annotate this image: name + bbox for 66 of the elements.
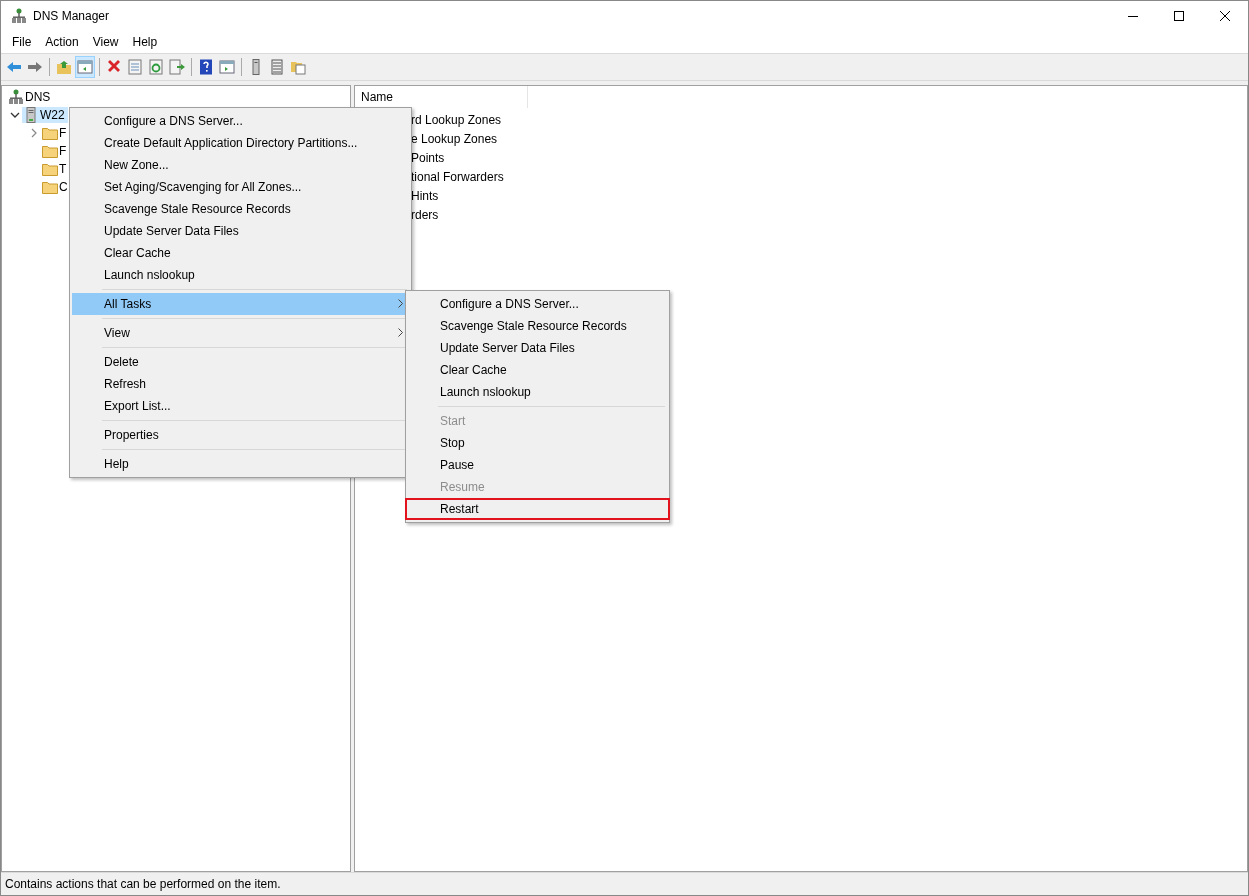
menu-item[interactable]: View (85, 35, 126, 49)
menu-item[interactable]: Pause (408, 454, 667, 476)
menu-item[interactable]: Update Server Data Files (72, 220, 409, 242)
menu-item[interactable]: Configure a DNS Server... (408, 293, 667, 315)
menu-item[interactable]: Help (125, 35, 165, 49)
folder-icon (42, 144, 58, 158)
menu-item[interactable]: Scavenge Stale Resource Records (408, 315, 667, 337)
list-icon (269, 59, 285, 75)
list-item[interactable]: e Lookup Zones (411, 131, 498, 146)
menu-item[interactable]: Action (38, 35, 86, 49)
tree-item[interactable]: W22 (40, 107, 68, 123)
back-icon (6, 59, 22, 75)
server-icon (26, 107, 36, 123)
forward-icon (27, 59, 43, 75)
export-icon (169, 59, 185, 75)
delete-icon (106, 59, 122, 75)
close-icon (1220, 11, 1230, 21)
tree-item[interactable]: C (59, 179, 71, 195)
network-icon (8, 89, 24, 105)
export-button[interactable] (167, 56, 187, 78)
menu-item[interactable]: New Zone... (72, 154, 409, 176)
refresh-icon (148, 59, 164, 75)
menu-item[interactable]: Launch nslookup (72, 264, 409, 286)
menu-item[interactable]: Delete (72, 351, 409, 373)
menu-item[interactable]: Set Aging/Scavenging for All Zones... (72, 176, 409, 198)
menu-item[interactable]: Launch nslookup (408, 381, 667, 403)
network-icon (11, 8, 27, 24)
menu-item[interactable]: Export List... (72, 395, 409, 417)
menu-item[interactable]: Update Server Data Files (408, 337, 667, 359)
status-text: Contains actions that can be performed on the item. (5, 877, 281, 891)
tree-item[interactable]: T (59, 161, 70, 177)
help-icon (198, 59, 214, 75)
menu-item[interactable]: View (72, 322, 409, 344)
menu-item[interactable]: File (5, 35, 39, 49)
menu-item[interactable]: Create Default Application Directory Partitions... (72, 132, 409, 154)
properties-button[interactable] (125, 56, 145, 78)
menu-item[interactable]: Refresh (72, 373, 409, 395)
menu-item[interactable]: Configure a DNS Server... (72, 110, 409, 132)
action-pane-icon (219, 59, 235, 75)
tree-item[interactable]: F (59, 125, 70, 141)
menu-item[interactable]: Clear Cache (408, 359, 667, 381)
maximize-icon (1174, 11, 1184, 21)
folders-icon (290, 59, 306, 75)
chevron-icon[interactable] (10, 111, 20, 119)
menu-item[interactable]: Scavenge Stale Resource Records (72, 198, 409, 220)
folder-icon (42, 162, 58, 176)
refresh-button[interactable] (146, 56, 166, 78)
menu-item[interactable]: Restart (405, 498, 670, 520)
folder-up-icon (56, 59, 72, 75)
menu-item[interactable]: Stop (408, 432, 667, 454)
menu-item[interactable]: Properties (72, 424, 409, 446)
list-item[interactable]: Hints (411, 188, 439, 203)
folder-icon (42, 126, 58, 140)
menu-item[interactable]: Help (72, 453, 409, 475)
list-item[interactable]: Points (411, 150, 445, 165)
console-tree-button[interactable] (75, 56, 95, 78)
list-item[interactable]: rders (411, 207, 439, 222)
list-item[interactable]: tional Forwarders (411, 169, 504, 184)
folder-icon (42, 180, 58, 194)
window-title: DNS Manager (33, 9, 110, 23)
list-item[interactable]: rd Lookup Zones (411, 112, 502, 127)
tree-item[interactable]: F (59, 143, 70, 159)
properties-icon (127, 59, 143, 75)
tree-item[interactable]: DNS (25, 89, 54, 105)
menu-item[interactable]: Clear Cache (72, 242, 409, 264)
console-tree-icon (77, 59, 93, 75)
